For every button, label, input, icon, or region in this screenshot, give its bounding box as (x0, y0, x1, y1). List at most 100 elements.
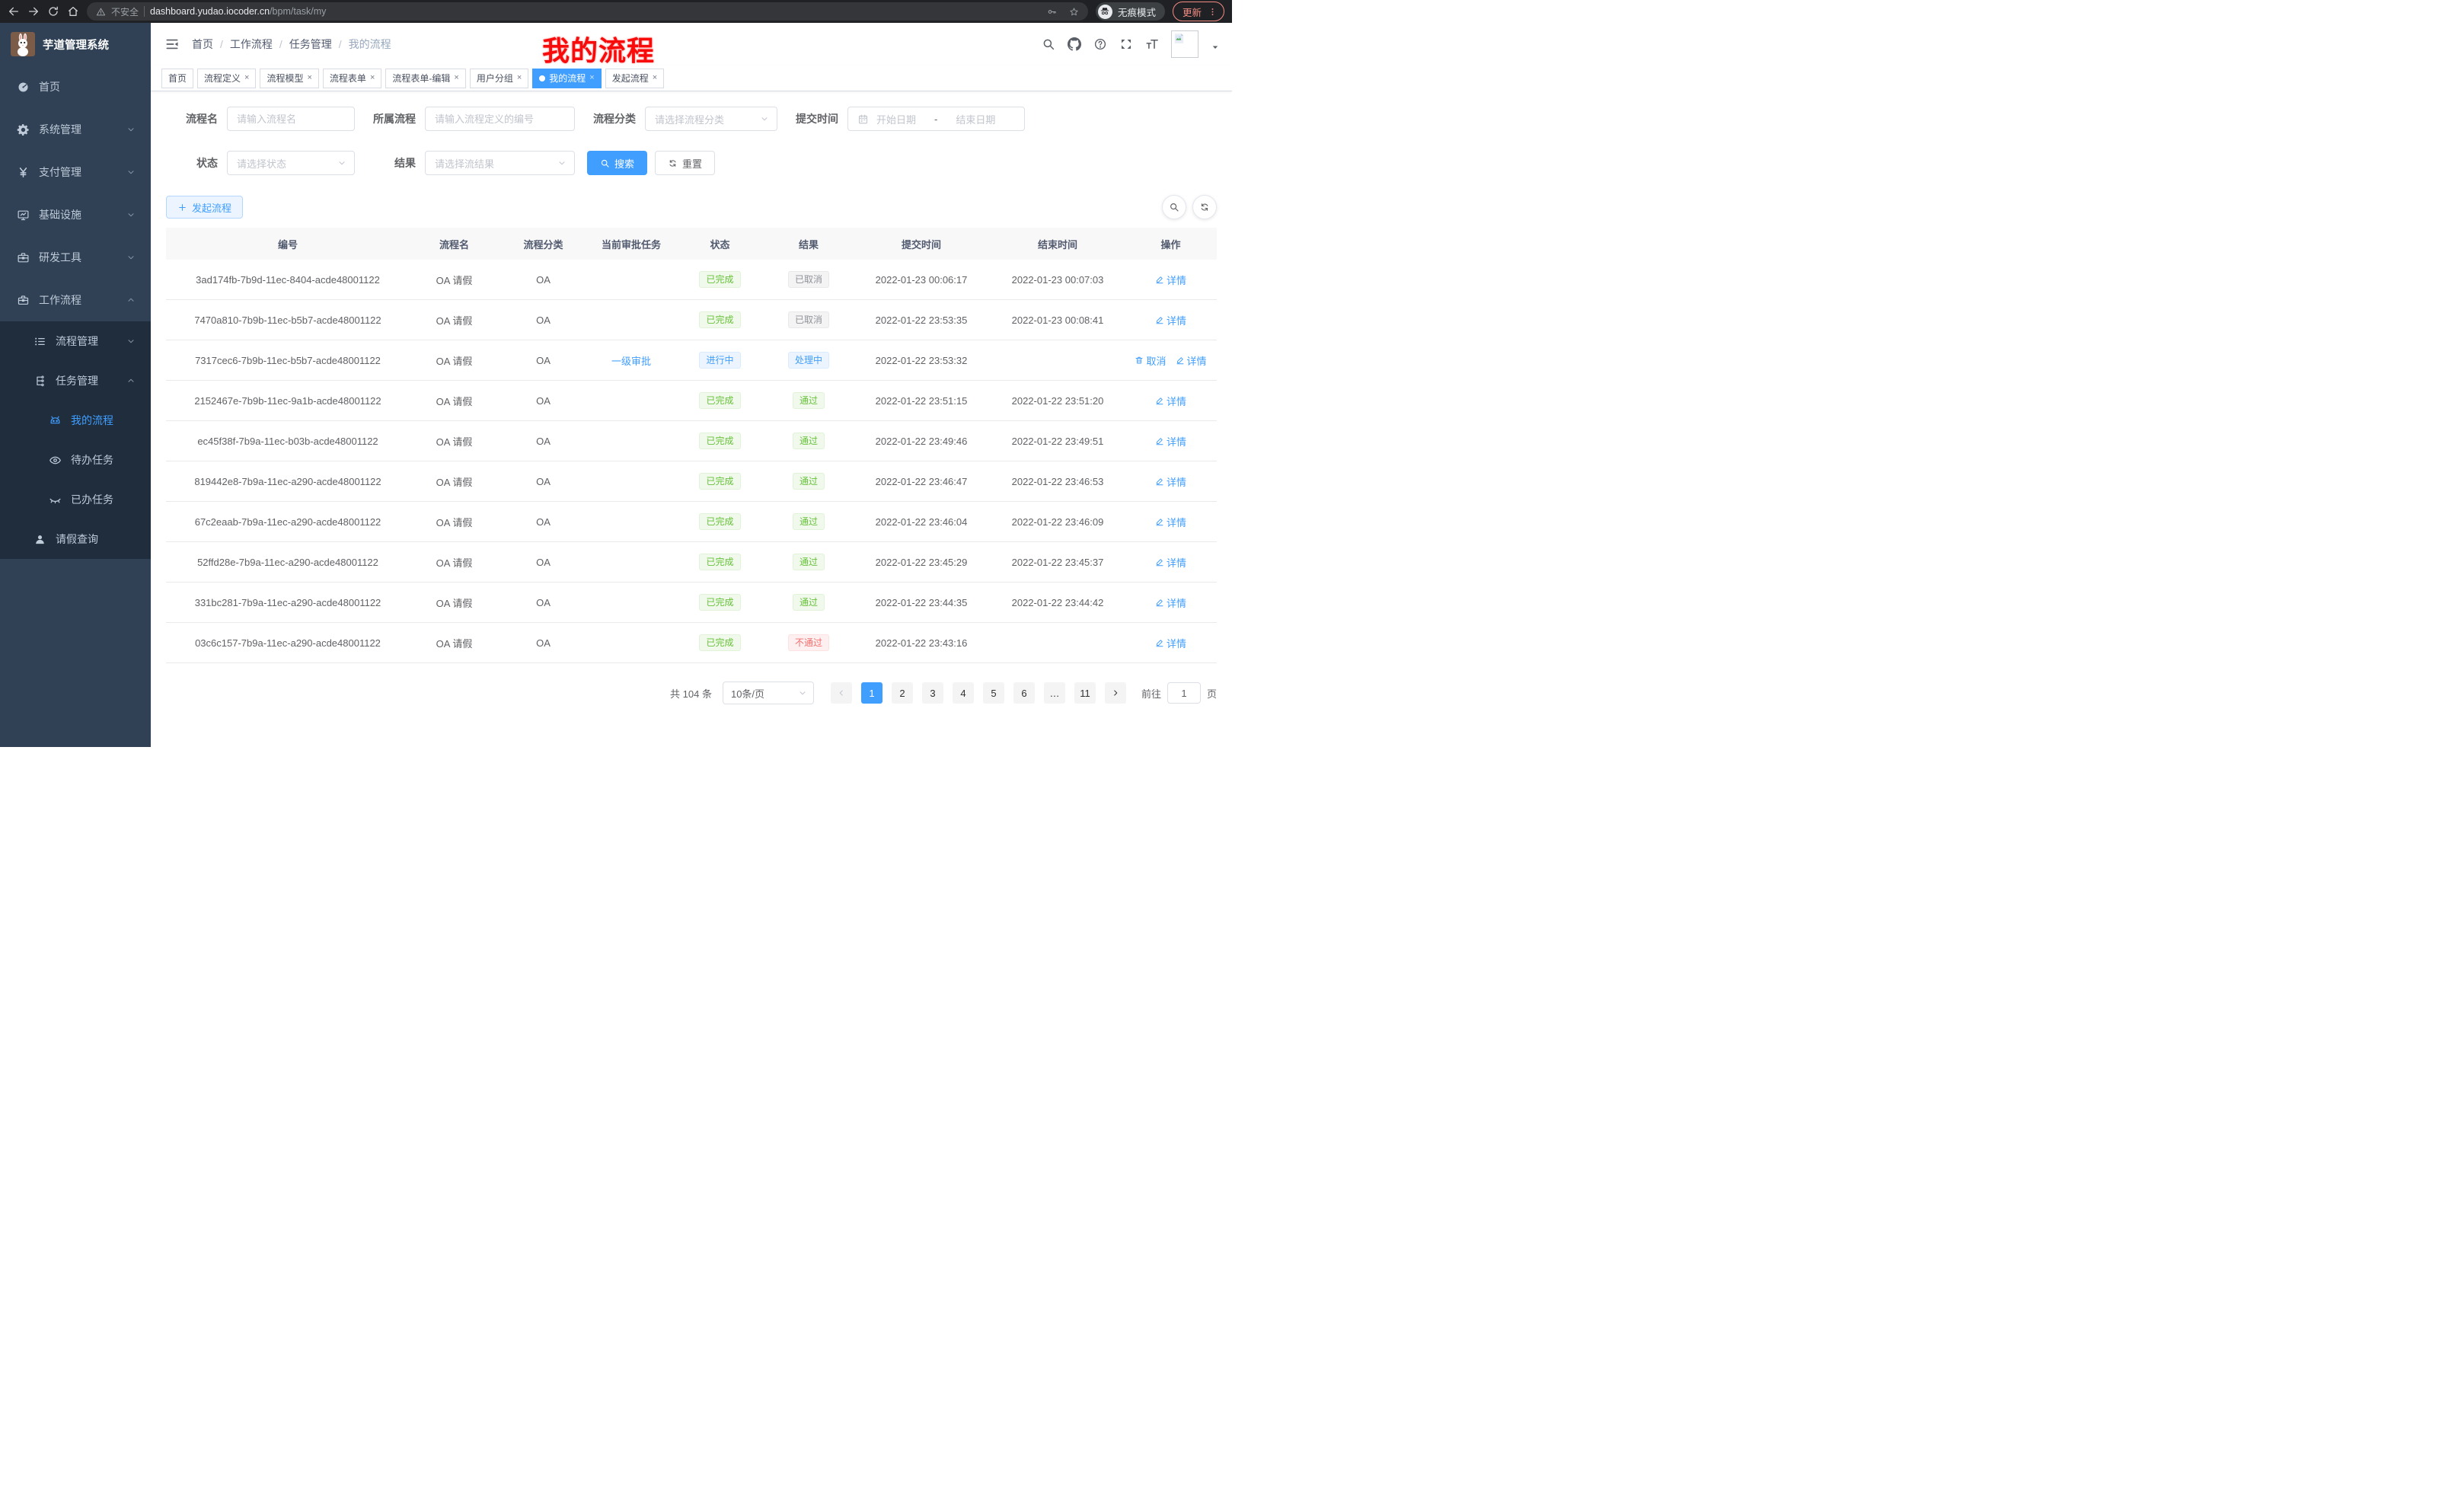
page-more-button[interactable]: … (1044, 682, 1065, 704)
process-name-input[interactable] (227, 107, 355, 131)
help-icon[interactable] (1093, 37, 1107, 51)
list-icon (34, 335, 46, 348)
pagination-goto: 前往 页 (1141, 682, 1217, 704)
page-button[interactable]: 6 (1013, 682, 1035, 704)
process-definition-input[interactable] (425, 107, 575, 131)
sidebar-toggle-icon[interactable] (164, 37, 180, 52)
cell-process-name: OA 请假 (410, 623, 499, 663)
process-category-select[interactable]: 请选择流程分类 (645, 107, 777, 131)
page-button[interactable]: 2 (892, 682, 913, 704)
sidebar-item-infrastructure[interactable]: 基础设施 (0, 193, 151, 236)
submit-time-range-picker[interactable]: 开始日期 - 结束日期 (847, 107, 1025, 131)
sidebar-item-dev-tools[interactable]: 研发工具 (0, 236, 151, 279)
page-button[interactable]: 1 (861, 682, 883, 704)
sidebar-item-todo-tasks[interactable]: 待办任务 (0, 440, 151, 480)
tab-my-process[interactable]: 我的流程× (532, 69, 601, 88)
detail-action-link[interactable]: 详情 (1155, 273, 1186, 287)
next-page-button[interactable] (1105, 682, 1126, 704)
tab-start-process[interactable]: 发起流程 × (605, 69, 664, 88)
status-select[interactable]: 请选择状态 (227, 151, 355, 175)
detail-action-link[interactable]: 详情 (1155, 434, 1186, 449)
page-button[interactable]: 4 (953, 682, 974, 704)
sidebar-item-home[interactable]: 首页 (0, 65, 151, 108)
goto-page-input[interactable] (1167, 682, 1201, 704)
cell-actions: 取消详情 (1125, 340, 1217, 381)
page-size-select[interactable]: 10条/页 (723, 682, 814, 704)
tab-user-group[interactable]: 用户分组× (470, 69, 528, 88)
caret-down-icon[interactable] (1211, 43, 1220, 52)
detail-action-link[interactable]: 详情 (1155, 313, 1186, 327)
tab-process-form[interactable]: 流程表单× (323, 69, 381, 88)
current-task-link[interactable]: 一级审批 (611, 356, 651, 367)
detail-action-link[interactable]: 详情 (1155, 474, 1186, 489)
tab-process-form-edit[interactable]: 流程表单-编辑× (385, 69, 465, 88)
sidebar-menu: 首页系统管理支付管理基础设施研发工具工作流程流程管理任务管理我的流程待办任务已办… (0, 65, 151, 559)
sidebar-item-task-management[interactable]: 任务管理 (0, 361, 151, 401)
home-icon[interactable] (67, 5, 79, 18)
prev-page-button[interactable] (831, 682, 852, 704)
sidebar-item-process-management[interactable]: 流程管理 (0, 321, 151, 361)
cancel-action-link[interactable]: 取消 (1135, 353, 1166, 368)
browser-menu-icon[interactable] (1208, 7, 1218, 17)
sidebar-item-payment[interactable]: 支付管理 (0, 151, 151, 193)
font-size-icon[interactable] (1145, 37, 1159, 51)
breadcrumb-link[interactable]: 首页 (192, 37, 213, 52)
reload-icon[interactable] (47, 5, 59, 18)
breadcrumb-link[interactable]: 任务管理 (289, 37, 332, 52)
cell-actions: 详情 (1125, 623, 1217, 663)
sidebar-item-label: 待办任务 (71, 452, 113, 468)
forward-icon[interactable] (27, 5, 40, 18)
refresh-table-button[interactable] (1192, 195, 1217, 219)
toggle-search-button[interactable] (1162, 195, 1186, 219)
close-icon[interactable]: × (589, 74, 594, 82)
detail-action-link[interactable]: 详情 (1176, 353, 1207, 368)
action-label: 详情 (1167, 394, 1186, 408)
breadcrumb-link[interactable]: 工作流程 (230, 37, 273, 52)
tab-process-model[interactable]: 流程模型× (260, 69, 318, 88)
tab-process-definition[interactable]: 流程定义× (197, 69, 256, 88)
refresh-icon (1199, 202, 1210, 212)
page-button[interactable]: 5 (983, 682, 1004, 704)
avatar[interactable] (1171, 30, 1198, 58)
close-icon[interactable]: × (653, 74, 657, 82)
search-icon[interactable] (1042, 37, 1055, 51)
action-label: 详情 (1167, 555, 1186, 570)
page-button[interactable]: 11 (1074, 682, 1096, 704)
fullscreen-icon[interactable] (1119, 37, 1133, 51)
close-icon[interactable]: × (370, 74, 375, 82)
result-select[interactable]: 请选择流结果 (425, 151, 575, 175)
star-icon[interactable] (1069, 7, 1079, 17)
detail-action-link[interactable]: 详情 (1155, 555, 1186, 570)
sidebar-item-system[interactable]: 系统管理 (0, 108, 151, 151)
detail-action-link[interactable]: 详情 (1155, 636, 1186, 650)
close-icon[interactable]: × (517, 74, 522, 82)
sidebar-item-workflow[interactable]: 工作流程 (0, 279, 151, 321)
reset-button[interactable]: 重置 (655, 151, 715, 175)
result-placeholder: 请选择流结果 (435, 156, 494, 171)
app-logo[interactable]: 芋道管理系统 (0, 23, 151, 65)
start-process-button[interactable]: 发起流程 (166, 196, 243, 219)
cell-id: 52ffd28e-7b9a-11ec-a290-acde48001122 (166, 542, 410, 583)
toolbox-icon (17, 251, 30, 264)
detail-action-link[interactable]: 详情 (1155, 595, 1186, 610)
close-icon[interactable]: × (244, 74, 249, 82)
search-button[interactable]: 搜索 (587, 151, 647, 175)
tab-label: 发起流程 (612, 72, 649, 85)
github-icon[interactable] (1068, 37, 1081, 51)
update-button[interactable]: 更新 (1173, 2, 1224, 21)
close-icon[interactable]: × (454, 74, 458, 82)
detail-action-link[interactable]: 详情 (1155, 394, 1186, 408)
eye-closed-icon (49, 493, 62, 506)
tab-home[interactable]: 首页 (161, 69, 193, 88)
sidebar-item-my-process[interactable]: 我的流程 (0, 401, 151, 440)
detail-action-link[interactable]: 详情 (1155, 515, 1186, 529)
address-bar[interactable]: 不安全 dashboard.yudao.iocoder.cn/bpm/task/… (87, 2, 1088, 21)
back-icon[interactable] (8, 5, 20, 18)
cell-status: 已完成 (675, 502, 765, 542)
close-icon[interactable]: × (307, 74, 311, 82)
sidebar-item-done-tasks[interactable]: 已办任务 (0, 480, 151, 519)
page-button[interactable]: 3 (922, 682, 943, 704)
key-icon[interactable] (1047, 7, 1057, 17)
sidebar-item-leave-query[interactable]: 请假查询 (0, 519, 151, 559)
security-label[interactable]: 不安全 (111, 5, 139, 18)
